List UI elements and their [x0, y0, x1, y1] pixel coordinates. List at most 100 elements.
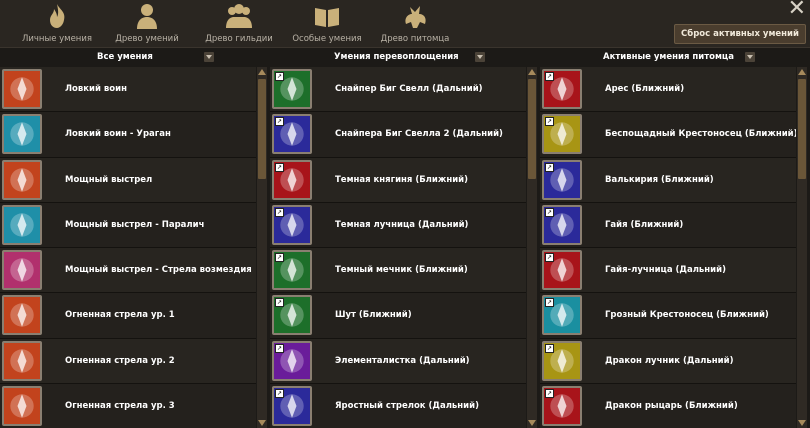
skill-type-badge-icon: ↗: [275, 72, 284, 81]
skill-icon[interactable]: [2, 340, 42, 381]
skill-row[interactable]: ↗ Грозный Крестоносец (Ближний): [540, 293, 796, 339]
transform-skills-scrollbar[interactable]: [527, 67, 537, 428]
skill-label: Снайпера Биг Свелла 2 (Дальний): [335, 129, 503, 140]
reset-active-skills-button[interactable]: Сброс активных умений: [674, 24, 806, 44]
skill-icon[interactable]: ↗: [272, 340, 312, 381]
skill-type-badge-icon: ↗: [545, 207, 554, 217]
skill-row[interactable]: Мощный выстрел: [0, 157, 256, 203]
skill-row[interactable]: ↗ Гайя-лучница (Дальний): [540, 248, 796, 294]
skill-icon[interactable]: [2, 386, 42, 427]
skill-icon[interactable]: ↗: [542, 386, 582, 427]
skill-icon[interactable]: [2, 114, 42, 155]
skill-label: Мощный выстрел: [65, 174, 153, 185]
skill-row[interactable]: Мощный выстрел - Паралич: [0, 202, 256, 249]
skill-label: Грозный Крестоносец (Ближний): [605, 310, 769, 321]
person-icon: [137, 4, 157, 29]
skill-row[interactable]: ↗ Яростный стрелок (Дальний): [270, 384, 526, 428]
skill-row[interactable]: ↗ Снайпера Биг Свелла 2 (Дальний): [270, 112, 526, 158]
book-icon: [315, 8, 339, 27]
skill-icon[interactable]: ↗: [272, 295, 312, 336]
skill-type-badge-icon: ↗: [545, 117, 554, 127]
all-skills-dropdown[interactable]: [204, 52, 214, 62]
skill-icon[interactable]: [2, 69, 42, 109]
skill-icon[interactable]: [2, 250, 42, 291]
skill-label: Ловкий воин: [65, 84, 127, 94]
skill-label: Темная лучница (Дальний): [335, 219, 469, 230]
skill-label: Огненная стрела ур. 1: [65, 310, 175, 321]
tab-special-skills[interactable]: Особые умения: [288, 2, 366, 46]
skill-type-badge-icon: ↗: [275, 298, 284, 308]
skill-icon[interactable]: ↗: [542, 295, 582, 336]
close-icon[interactable]: ✕: [788, 0, 806, 21]
pet-skills-list: ↗ Арес (Ближний) ↗ Беспощадный Крестоносец …: [540, 67, 796, 428]
skill-row[interactable]: ↗ Темная княгиня (Ближний): [270, 157, 526, 203]
skill-row[interactable]: ↗ Дракон рыцарь (Ближний): [540, 384, 796, 428]
group-icon: [226, 4, 252, 28]
skill-label: Валькирия (Ближний): [605, 174, 714, 185]
pet-skills-scrollbar[interactable]: [797, 67, 807, 428]
tab-guild-tree[interactable]: Древо гильдии: [200, 2, 278, 46]
skill-label: Гайя (Ближний): [605, 219, 684, 230]
skill-row[interactable]: Мощный выстрел - Стрела возмездия: [0, 248, 256, 294]
all-skills-list: Ловкий воин Ловкий воин - Ураган Мощный вы…: [0, 67, 256, 428]
skill-label: Беспощадный Крестоносец (Ближний): [605, 129, 796, 140]
skill-icon[interactable]: ↗: [542, 69, 582, 109]
skill-type-badge-icon: ↗: [545, 72, 554, 81]
skill-label: Огненная стрела ур. 3: [65, 401, 175, 412]
skill-row[interactable]: ↗ Элементалистка (Дальний): [270, 338, 526, 385]
pet-skills-dropdown[interactable]: [745, 52, 755, 62]
skill-label: Дракон лучник (Дальний): [605, 355, 734, 366]
skill-row[interactable]: ↗ Снайпер Биг Свелл (Дальний): [270, 67, 526, 113]
top-toolbar: Личные умения Древо умений Древо гильдии…: [0, 0, 810, 48]
skill-row[interactable]: ↗ Темная лучница (Дальний): [270, 202, 526, 249]
skill-label: Темная княгиня (Ближний): [335, 174, 468, 185]
skill-row[interactable]: Огненная стрела ур. 1: [0, 293, 256, 339]
skill-icon[interactable]: ↗: [542, 204, 582, 245]
tab-personal-skills[interactable]: Личные умения: [18, 2, 96, 46]
skill-icon[interactable]: ↗: [542, 340, 582, 381]
column-header-all-skills: Все умения: [97, 52, 153, 62]
skill-label: Огненная стрела ур. 2: [65, 355, 175, 366]
skill-type-badge-icon: ↗: [545, 298, 554, 308]
skill-label: Шут (Ближний): [335, 310, 412, 321]
skill-label: Арес (Ближний): [605, 84, 685, 94]
skill-row[interactable]: Огненная стрела ур. 2: [0, 338, 256, 385]
skill-row[interactable]: Огненная стрела ур. 3: [0, 384, 256, 428]
skill-type-badge-icon: ↗: [275, 343, 284, 353]
skill-type-badge-icon: ↗: [275, 253, 284, 263]
skill-row[interactable]: ↗ Дракон лучник (Дальний): [540, 338, 796, 385]
skill-label: Яростный стрелок (Дальний): [335, 401, 479, 412]
skill-label: Дракон рыцарь (Ближний): [605, 401, 738, 412]
skill-row[interactable]: ↗ Шут (Ближний): [270, 293, 526, 339]
skill-icon[interactable]: ↗: [272, 250, 312, 291]
skill-row[interactable]: ↗ Валькирия (Ближний): [540, 157, 796, 203]
skill-icon[interactable]: [2, 204, 42, 245]
skill-icon[interactable]: ↗: [272, 69, 312, 109]
skill-row[interactable]: ↗ Арес (Ближний): [540, 67, 796, 113]
skill-row[interactable]: Ловкий воин: [0, 67, 256, 113]
skill-icon[interactable]: ↗: [272, 386, 312, 427]
skill-icon[interactable]: ↗: [542, 114, 582, 155]
skill-icon[interactable]: ↗: [272, 204, 312, 245]
transform-skills-dropdown[interactable]: [475, 52, 485, 62]
skill-label: Темный мечник (Ближний): [335, 265, 468, 276]
skill-type-badge-icon: ↗: [275, 389, 284, 399]
column-header-transform-skills: Умения перевоплощения: [334, 52, 459, 62]
skill-type-badge-icon: ↗: [545, 162, 554, 172]
all-skills-scrollbar[interactable]: [257, 67, 267, 428]
skill-row[interactable]: Ловкий воин - Ураган: [0, 112, 256, 158]
transform-skills-list: ↗ Снайпер Биг Свелл (Дальний) ↗ Снайпера Би…: [270, 67, 526, 428]
tab-skill-tree[interactable]: Древо умений: [108, 2, 186, 46]
skill-label: Мощный выстрел - Стрела возмездия: [65, 265, 252, 276]
skill-icon[interactable]: [2, 159, 42, 200]
skill-icon[interactable]: ↗: [542, 250, 582, 291]
skill-icon[interactable]: [2, 295, 42, 336]
skill-icon[interactable]: ↗: [272, 114, 312, 155]
skill-icon[interactable]: ↗: [542, 159, 582, 200]
skill-icon[interactable]: ↗: [272, 159, 312, 200]
skill-row[interactable]: ↗ Темный мечник (Ближний): [270, 248, 526, 294]
tab-pet-tree[interactable]: Древо питомца: [376, 2, 454, 46]
skill-row[interactable]: ↗ Беспощадный Крестоносец (Ближний): [540, 112, 796, 158]
skill-type-badge-icon: ↗: [275, 207, 284, 217]
skill-row[interactable]: ↗ Гайя (Ближний): [540, 202, 796, 249]
